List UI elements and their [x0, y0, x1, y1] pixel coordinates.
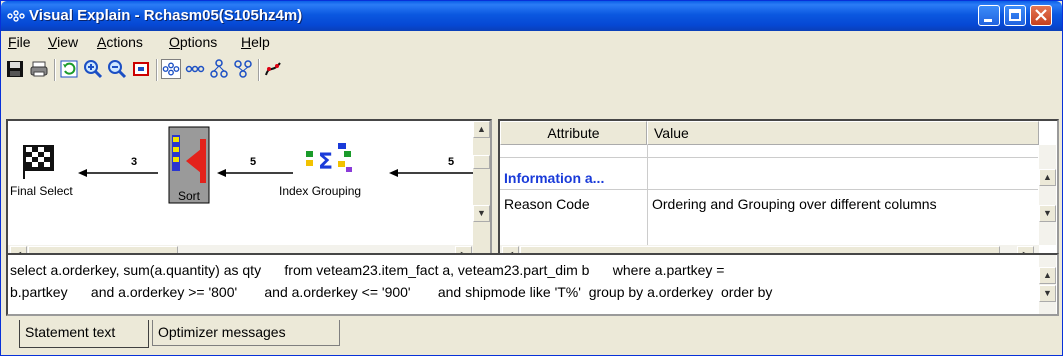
- horizontal-layout-icon[interactable]: [161, 59, 181, 79]
- scroll-down-button[interactable]: ▼: [1039, 285, 1056, 302]
- zoom-fit-icon[interactable]: [131, 59, 151, 79]
- edge-label-rows: 5: [448, 156, 455, 168]
- tab-optimizer-messages[interactable]: Optimizer messages: [152, 320, 340, 346]
- statement-text[interactable]: select a.orderkey, sum(a.quantity) as qt…: [10, 259, 1035, 314]
- column-divider: [647, 145, 648, 245]
- statement-vertical-scrollbar[interactable]: ▲ ▼: [1039, 255, 1056, 314]
- scroll-down-button[interactable]: ▼: [1039, 205, 1056, 222]
- index-grouping-icon[interactable]: Σ: [306, 143, 352, 175]
- toolbar-separator: [156, 59, 158, 81]
- maximize-icon: [1009, 9, 1021, 21]
- attributes-vertical-scrollbar[interactable]: ▲ ▼: [1039, 145, 1056, 245]
- attribute-name[interactable]: Reason Code: [504, 196, 590, 212]
- menu-actions[interactable]: Actions: [97, 34, 143, 50]
- save-icon[interactable]: [5, 59, 25, 79]
- maximize-button[interactable]: [1004, 5, 1026, 26]
- attribute-value[interactable]: Ordering and Grouping over different col…: [652, 196, 937, 212]
- attribute-column-header[interactable]: Attribute: [500, 121, 647, 145]
- edge-label-rows: 3: [131, 156, 138, 168]
- toolbar-separator: [54, 59, 56, 81]
- close-button[interactable]: [1030, 5, 1052, 26]
- index-grouping-label: Index Grouping: [279, 184, 362, 198]
- graph-canvas: Σ: [23, 126, 478, 204]
- zoom-in-icon[interactable]: [83, 59, 103, 79]
- minimize-icon: [984, 19, 992, 22]
- value-column-header[interactable]: Value: [647, 121, 1039, 145]
- toolbar-separator: [258, 59, 260, 81]
- scroll-up-button[interactable]: ▲: [1039, 169, 1056, 186]
- menu-file[interactable]: File: [8, 34, 31, 50]
- scroll-track[interactable]: [1039, 145, 1056, 245]
- attributes-panel: Attribute Value Information a... Reason …: [498, 119, 1059, 265]
- toolbar: [1, 53, 1062, 87]
- menu-view[interactable]: View: [48, 34, 78, 50]
- window-title: Visual Explain - Rchasm05(S105hz4m): [29, 7, 303, 24]
- section-row-label[interactable]: Information a...: [504, 170, 604, 186]
- menu-help[interactable]: Help: [241, 34, 270, 50]
- scroll-up-button[interactable]: ▲: [1039, 267, 1056, 284]
- tree-icon[interactable]: [209, 59, 229, 79]
- row-divider: [500, 157, 1038, 158]
- svg-text:Σ: Σ: [318, 150, 333, 175]
- edge-label-rows: 5: [250, 156, 257, 168]
- menu-bar: File View Actions Options Help: [1, 31, 1062, 53]
- scroll-up-button[interactable]: ▲: [473, 121, 490, 138]
- scroll-thumb[interactable]: [473, 155, 490, 169]
- graph-vertical-scrollbar[interactable]: ▲ ▼: [473, 121, 490, 245]
- visual-explain-window: Visual Explain - Rchasm05(S105hz4m) File…: [0, 0, 1063, 356]
- minimize-button[interactable]: [978, 5, 1000, 26]
- zoom-out-icon[interactable]: [107, 59, 127, 79]
- tab-statement-text[interactable]: Statement text: [19, 320, 149, 348]
- row-divider: [500, 189, 1038, 190]
- graph-edges: [78, 169, 478, 177]
- statement-text-area[interactable]: select a.orderkey, sum(a.quantity) as qt…: [6, 253, 1059, 316]
- statement-line: select a.orderkey, sum(a.quantity) as qt…: [10, 262, 725, 278]
- statement-line: b.partkey and a.orderkey >= '800' and a.…: [10, 284, 773, 300]
- print-icon[interactable]: [29, 59, 49, 79]
- menu-options[interactable]: Options: [169, 34, 217, 50]
- vertical-layout-icon[interactable]: [185, 59, 205, 79]
- final-select-label: Final Select: [10, 184, 73, 198]
- hierarchy-icon[interactable]: [233, 59, 253, 79]
- statistics-icon[interactable]: [263, 59, 283, 79]
- refresh-icon[interactable]: [59, 59, 79, 79]
- scroll-down-button[interactable]: ▼: [473, 205, 490, 222]
- close-icon: [1035, 9, 1047, 21]
- sort-label: Sort: [178, 189, 201, 203]
- visual-explain-icon: [7, 10, 25, 22]
- final-select-icon[interactable]: [23, 145, 54, 179]
- title-bar[interactable]: Visual Explain - Rchasm05(S105hz4m): [1, 1, 1062, 31]
- access-plan-graph[interactable]: Σ Final Select Sort Index Grouping 3 5 5…: [6, 119, 492, 265]
